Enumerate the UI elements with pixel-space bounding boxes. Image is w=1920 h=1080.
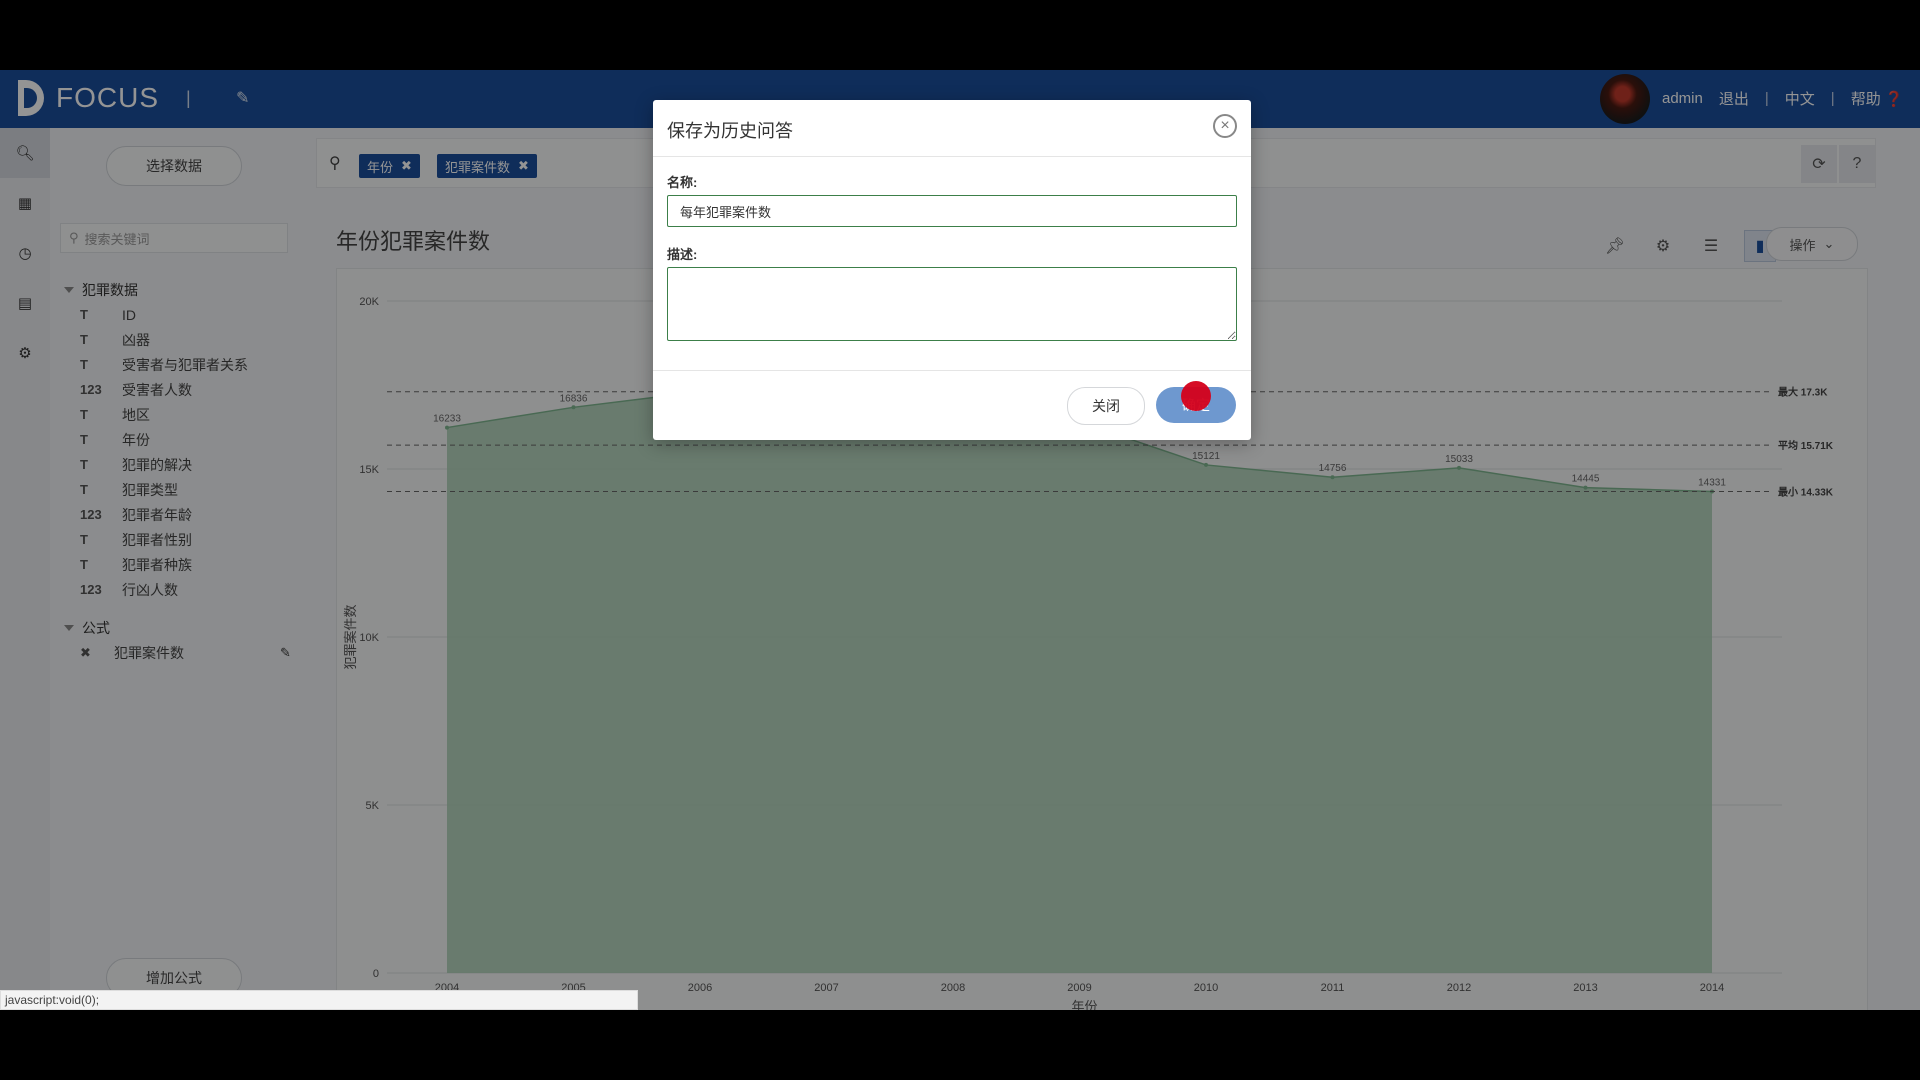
close-icon[interactable]: × — [1213, 114, 1237, 138]
app-stage: FOCUS | ✎ admin 退出 | 中文 | 帮助 ❓ 🔍︎ ▦ ◷ ▤ … — [0, 70, 1920, 1010]
description-field[interactable] — [667, 267, 1237, 341]
name-label: 名称: — [667, 175, 698, 190]
dialog-title: 保存为历史问答 — [667, 121, 793, 141]
close-button[interactable]: 关闭 — [1067, 387, 1145, 425]
save-history-dialog: 保存为历史问答 × 名称: 描述: 关闭 确定 — [653, 100, 1251, 440]
desc-label: 描述: — [667, 247, 698, 262]
name-field[interactable] — [667, 195, 1237, 227]
status-bar: javascript:void(0); — [0, 990, 638, 1010]
dialog-header: 保存为历史问答 × — [653, 100, 1251, 157]
dialog-footer: 关闭 确定 — [653, 370, 1251, 441]
click-indicator — [1181, 381, 1211, 411]
